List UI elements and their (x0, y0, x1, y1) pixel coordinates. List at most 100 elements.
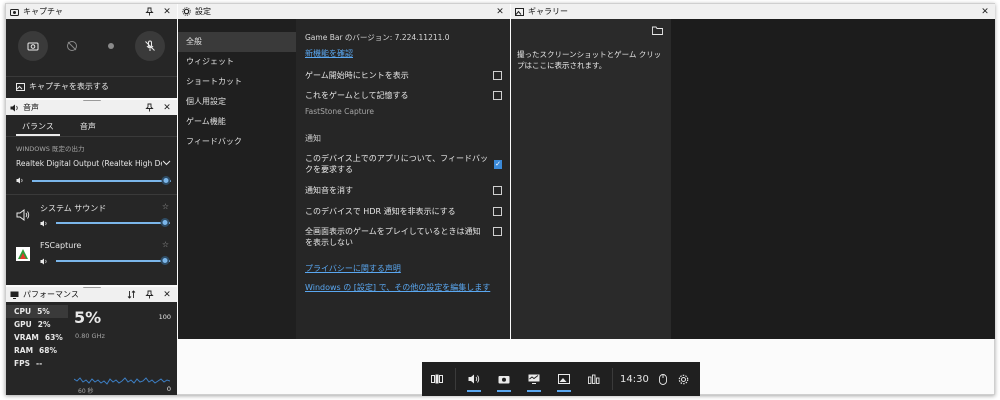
mouse-icon (658, 373, 667, 385)
sort-icon[interactable] (125, 289, 137, 301)
capture-widget: キャプチャ ✕ キャプチャを表示する (6, 4, 177, 98)
capture-button[interactable] (489, 362, 519, 396)
graph-min-label: 0 (166, 385, 171, 393)
whats-new-link[interactable]: 新機能を確認 (305, 49, 353, 58)
audio-button[interactable] (459, 362, 489, 396)
notifications-header: 通知 (305, 134, 321, 143)
option-row[interactable]: 全画面表示のゲームをプレイしているときは通知を表示しない (305, 226, 502, 248)
resources-button[interactable] (579, 362, 609, 396)
pin-icon[interactable] (143, 102, 155, 114)
app-volume-slider[interactable] (56, 256, 170, 266)
option-label: このデバイスで HDR 通知を非表示にする (305, 207, 456, 216)
close-icon[interactable]: ✕ (161, 289, 173, 301)
audio-titlebar[interactable]: 音声 ✕ (6, 100, 177, 115)
mic-off-icon (144, 40, 155, 51)
close-icon[interactable]: ✕ (979, 6, 991, 18)
pin-icon[interactable] (143, 289, 155, 301)
speaker-icon[interactable] (40, 220, 48, 229)
settings-button[interactable] (673, 362, 695, 396)
speaker-icon[interactable] (16, 177, 24, 186)
cpu-big-value: 5% (74, 308, 102, 327)
speaker-icon[interactable] (40, 258, 48, 267)
settings-titlebar[interactable]: 設定 ✕ (178, 4, 510, 19)
start-recording-button[interactable] (96, 31, 126, 61)
nav-gaming-features[interactable]: ゲーム機能 (178, 112, 296, 132)
star-icon[interactable]: ☆ (162, 202, 169, 211)
performance-button[interactable] (519, 362, 549, 396)
chevron-down-icon (162, 159, 171, 168)
nav-widgets[interactable]: ウィジェット (178, 52, 296, 72)
app-volume-slider[interactable] (56, 218, 170, 228)
option-row[interactable]: ゲーム開始時にヒントを表示 (305, 70, 502, 81)
speaker-outline-icon (16, 209, 30, 223)
performance-titlebar[interactable]: パフォーマンス ✕ (6, 287, 177, 302)
tab-voice[interactable]: 音声 (80, 121, 96, 136)
app-volume-fscapture: FSCapture ☆ (6, 237, 177, 275)
metric-fps[interactable]: FPS -- (6, 357, 68, 370)
widget-menu-icon (431, 374, 443, 384)
app-name: システム サウンド (40, 204, 107, 213)
windows-settings-link[interactable]: Windows の [設定] で、その他の設定を編集します (305, 283, 490, 292)
clock: 14:30 (620, 373, 649, 385)
close-icon[interactable]: ✕ (161, 102, 173, 114)
drag-grip[interactable] (82, 287, 101, 288)
nav-feedback[interactable]: フィードバック (178, 132, 296, 152)
pin-icon[interactable] (143, 6, 155, 18)
option-label: このデバイス上でのアプリについて、フィードバックを要求する (305, 154, 488, 174)
option-row[interactable]: 通知音を消す (305, 185, 502, 196)
option-row[interactable]: これをゲームとして記憶する (305, 90, 502, 101)
mouse-button[interactable] (653, 362, 673, 396)
cpu-frequency: 0.80 GHz (75, 332, 105, 340)
gallery-empty-text: 撮ったスクリーンショットとゲーム クリップはここに表示されます。 (517, 50, 662, 70)
version-text: Game Bar のバージョン: 7.224.11211.0 (305, 33, 450, 42)
mute-sound-checkbox[interactable] (493, 186, 502, 195)
nav-personalization[interactable]: 個人用設定 (178, 92, 296, 112)
close-icon[interactable]: ✕ (494, 6, 506, 18)
metric-vram[interactable]: VRAM 63% (6, 331, 68, 344)
nav-general[interactable]: 全般 (178, 32, 296, 52)
drag-grip[interactable] (82, 100, 101, 101)
app-volume-system-sounds: システム サウンド ☆ (6, 199, 177, 237)
show-captures-link[interactable]: キャプチャを表示する (16, 81, 109, 92)
gallery-titlebar[interactable]: ギャラリー ✕ (511, 4, 995, 19)
metric-gpu[interactable]: GPU 2% (6, 318, 68, 331)
output-device-select[interactable]: Realtek Digital Output (Realtek High Def… (6, 153, 177, 168)
divider (6, 194, 177, 195)
gallery-title: ギャラリー (528, 7, 568, 16)
fullscreen-notify-checkbox[interactable] (493, 227, 502, 236)
divider (6, 76, 177, 77)
widget-menu-button[interactable] (422, 362, 452, 396)
monitor-icon (528, 374, 540, 384)
audio-widget: 音声 ✕ バランス 音声 WINDOWS 既定の出力 Realtek Digit… (6, 100, 177, 285)
master-volume-slider[interactable] (32, 176, 171, 186)
gallery-button[interactable] (549, 362, 579, 396)
remember-game-checkbox[interactable] (493, 91, 502, 100)
history-icon (67, 41, 78, 51)
tab-balance[interactable]: バランス (16, 121, 60, 136)
output-header: WINDOWS 既定の出力 (16, 145, 85, 153)
metric-cpu[interactable]: CPU 5% (6, 305, 68, 318)
gallery-sidebar: 撮ったスクリーンショットとゲーム クリップはここに表示されます。 (511, 19, 671, 339)
speaker-icon (10, 103, 19, 112)
mic-toggle-button[interactable] (134, 31, 165, 61)
option-row[interactable]: このデバイスで HDR 通知を非表示にする (305, 206, 502, 217)
option-label: これをゲームとして記憶する (305, 91, 409, 100)
metric-ram[interactable]: RAM 68% (6, 344, 68, 357)
gallery-icon (558, 374, 570, 384)
nav-shortcuts[interactable]: ショートカット (178, 72, 296, 92)
feedback-checkbox[interactable]: ✓ (494, 159, 502, 169)
hints-checkbox[interactable] (493, 71, 502, 80)
screenshot-button[interactable] (18, 31, 49, 61)
record-last-button[interactable] (57, 31, 87, 61)
game-bar: 14:30 (422, 362, 700, 396)
close-icon[interactable]: ✕ (161, 6, 173, 18)
option-row[interactable]: このデバイス上でのアプリについて、フィードバックを要求する ✓ (305, 153, 502, 175)
hdr-notify-checkbox[interactable] (493, 207, 502, 216)
capture-titlebar[interactable]: キャプチャ ✕ (6, 4, 177, 19)
graph-max-label: 100 (158, 313, 171, 321)
camera-icon (498, 376, 510, 384)
privacy-link[interactable]: プライバシーに関する声明 (305, 264, 401, 273)
gallery-preview (671, 19, 995, 339)
folder-icon[interactable] (652, 26, 663, 37)
star-icon[interactable]: ☆ (162, 240, 169, 249)
